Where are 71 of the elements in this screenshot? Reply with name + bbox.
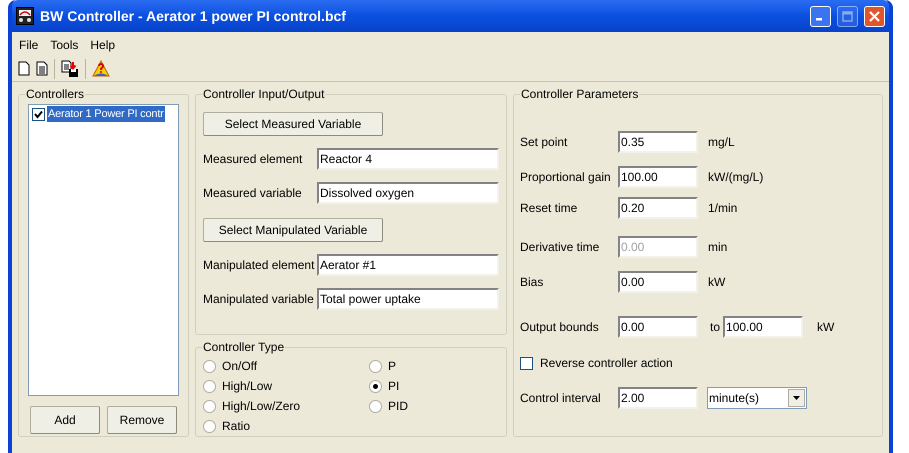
field-label: Output bounds (520, 319, 600, 336)
dropdown-value: minute(s) (709, 390, 760, 407)
field-label: Measured element (203, 151, 304, 168)
menu-item[interactable]: File (14, 36, 44, 54)
menu-item[interactable]: Tools (45, 36, 84, 54)
field-label: Control interval (520, 390, 602, 407)
input-field[interactable]: 0.00 (618, 271, 698, 293)
button[interactable]: Remove (107, 406, 177, 434)
app-icon (16, 7, 34, 25)
unit-label: 1/min (708, 200, 738, 217)
close-icon (869, 10, 880, 22)
unit-label: min (708, 239, 728, 256)
radio-button[interactable] (203, 420, 216, 432)
group-title: Controller Parameters (520, 87, 640, 101)
list-item[interactable]: Aerator 1 Power PI contr (47, 106, 165, 122)
document-icon[interactable] (36, 61, 48, 76)
option-label: PID (388, 398, 408, 415)
input-field[interactable]: 100.00 (723, 316, 804, 338)
input-field[interactable]: 0.20 (618, 197, 698, 219)
maximize-icon (842, 10, 853, 22)
option-label: On/Off (222, 358, 258, 375)
option-label: High/Low/Zero (222, 398, 300, 415)
radio-button[interactable] (203, 360, 216, 372)
field-label: Derivative time (520, 239, 600, 256)
minimize-button[interactable] (810, 6, 831, 26)
field-label: Reset time (520, 200, 578, 217)
input-field[interactable]: 100.00 (618, 166, 698, 188)
input-field[interactable]: 0.00 (618, 316, 698, 338)
button[interactable]: Select Measured Variable (203, 112, 383, 136)
field-label: Bias (520, 274, 544, 291)
button[interactable]: Add (30, 406, 100, 434)
field-label: Manipulated element (203, 257, 316, 274)
unit-label: kW (817, 319, 834, 336)
save-icon[interactable] (61, 60, 79, 78)
input-field[interactable]: Dissolved oxygen (317, 182, 499, 204)
checkbox[interactable] (32, 108, 45, 120)
option-label: Ratio (222, 418, 250, 435)
field-label: Manipulated variable (203, 291, 315, 308)
close-button[interactable] (864, 6, 885, 26)
minimize-icon (816, 18, 822, 20)
input-field[interactable]: 0.35 (618, 131, 698, 153)
radio-button[interactable] (369, 380, 382, 392)
dropdown[interactable]: minute(s) (707, 387, 807, 409)
field-label: to (710, 319, 720, 336)
input-field[interactable]: Total power uptake (317, 288, 499, 310)
unit-label: mg/L (708, 134, 735, 151)
input-field[interactable]: 2.00 (618, 387, 698, 409)
option-label: High/Low (222, 378, 272, 395)
button[interactable]: Select Manipulated Variable (203, 218, 383, 242)
option-label: PI (388, 378, 400, 395)
group-title: Controllers (25, 87, 86, 101)
group-title: Controller Type (202, 340, 286, 354)
help-icon[interactable] (92, 60, 110, 78)
unit-label: kW/(mg/L) (708, 169, 764, 186)
window-title: BW Controller - Aerator 1 power PI control.bcf (40, 6, 347, 26)
radio-button[interactable] (369, 360, 382, 372)
input-field[interactable]: Reactor 4 (317, 148, 499, 170)
input-field[interactable]: Aerator #1 (317, 254, 499, 276)
field-label: Proportional gain (520, 169, 612, 186)
radio-button[interactable] (203, 400, 216, 412)
group-title: Controller Input/Output (202, 87, 326, 101)
menu-item[interactable]: Help (85, 36, 120, 54)
option-label: P (388, 358, 396, 375)
checkbox-label: Reverse controller action (540, 355, 673, 372)
checkbox[interactable] (520, 356, 533, 370)
field-label: Set point (520, 134, 568, 151)
radio-button[interactable] (203, 380, 216, 392)
field-label: Measured variable (203, 185, 303, 202)
new-file-icon[interactable] (18, 61, 30, 76)
radio-button[interactable] (369, 400, 382, 412)
unit-label: kW (708, 274, 726, 291)
